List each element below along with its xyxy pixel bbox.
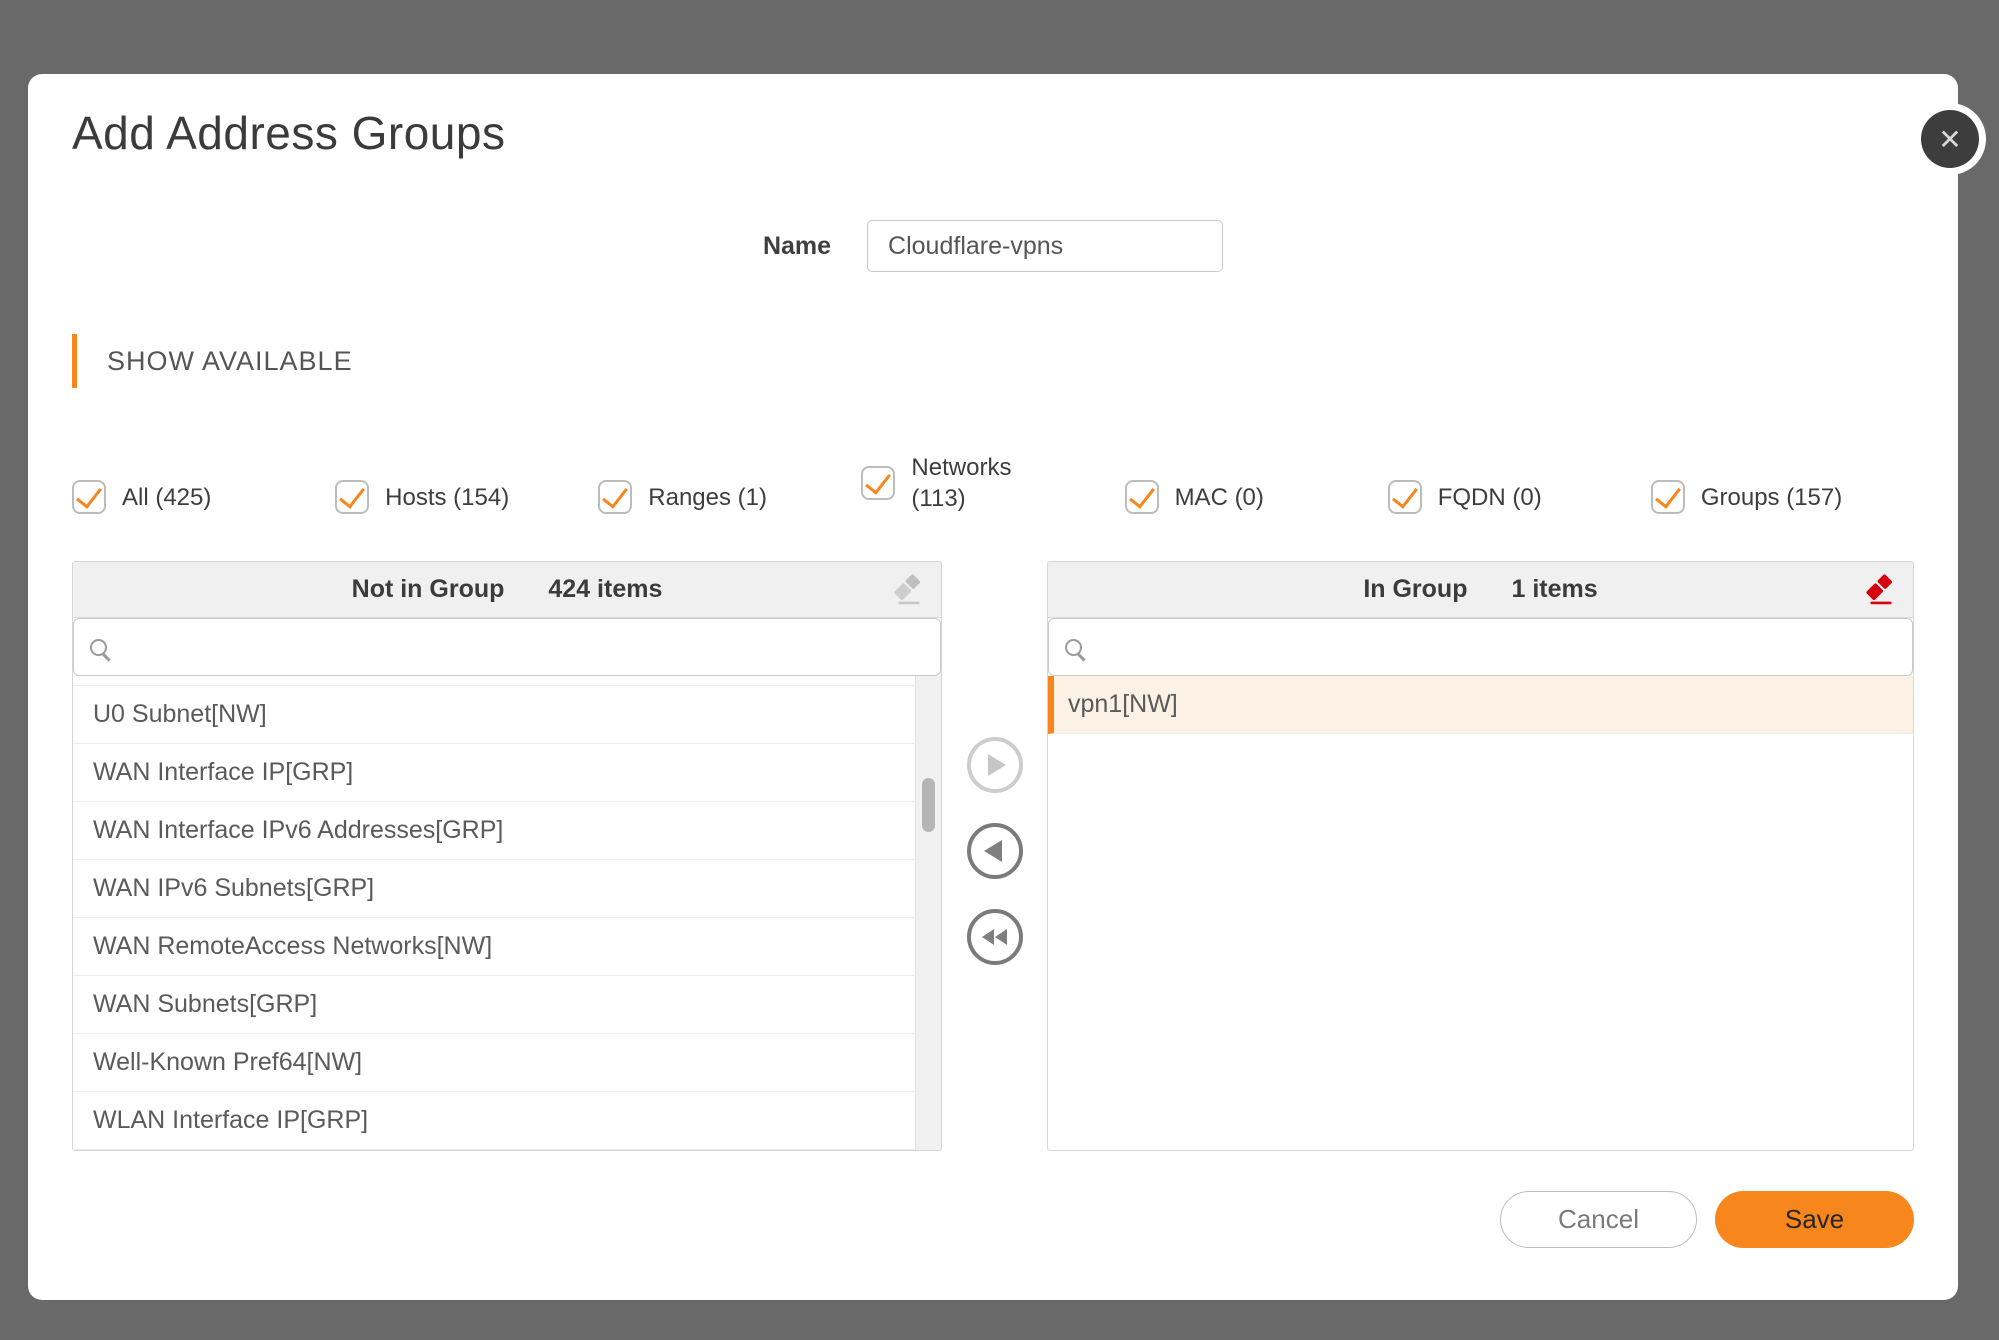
list-item-label: WAN IPv6 Subnets[GRP]: [93, 874, 374, 903]
filter-row: All (425) Hosts (154) Ranges (1) Network…: [72, 452, 1914, 514]
transfer-panels: Not in Group 424 items: [72, 561, 1914, 1151]
panel-title: Not in Group: [352, 575, 505, 604]
filter-label: All (425): [122, 482, 211, 513]
list-item-label: WAN Subnets[GRP]: [93, 990, 317, 1019]
filter-checkbox-item[interactable]: FQDN (0): [1388, 480, 1651, 514]
checkbox[interactable]: [1125, 480, 1159, 514]
list-item-label: vpn1[NW]: [1068, 690, 1178, 719]
filter-checkbox-item[interactable]: All (425): [72, 480, 335, 514]
list-item[interactable]: WAN Subnets[GRP]: [73, 976, 914, 1034]
filter-label: Ranges (1): [648, 482, 767, 513]
double-arrow-left-icon: [982, 929, 1007, 945]
name-input[interactable]: [867, 220, 1223, 272]
list-item[interactable]: WAN RemoteAccess Networks[NW]: [73, 918, 914, 976]
not-in-group-search: [73, 618, 941, 676]
list-item-label: U0 Subnet[NW]: [93, 700, 267, 729]
filter-checkbox-item[interactable]: Groups (157): [1651, 480, 1914, 514]
list-item-label: WLAN Interface IP[GRP]: [93, 1106, 368, 1135]
filter-label: MAC (0): [1175, 482, 1264, 513]
list-item[interactable]: vpn1[NW]: [1048, 676, 1913, 734]
in-group-list: vpn1[NW]: [1048, 676, 1913, 1150]
checkbox[interactable]: [598, 480, 632, 514]
add-address-groups-dialog: ✕ Add Address Groups Name SHOW AVAILABLE…: [28, 74, 1958, 1300]
list-item-label: WAN Interface IPv6 Addresses[GRP]: [93, 816, 503, 845]
dialog-footer: Cancel Save: [72, 1191, 1914, 1248]
eraser-icon: [891, 572, 927, 608]
search-icon: [1065, 639, 1082, 656]
search-input[interactable]: [119, 619, 924, 675]
panel-title: In Group: [1363, 575, 1467, 604]
list-item[interactable]: WAN IPv6 Subnets[GRP]: [73, 860, 914, 918]
panel-count: 424 items: [548, 575, 662, 604]
move-right-button[interactable]: [967, 737, 1023, 793]
cancel-button[interactable]: Cancel: [1500, 1191, 1697, 1248]
checkbox[interactable]: [861, 466, 895, 500]
save-button[interactable]: Save: [1715, 1191, 1914, 1248]
section-accent-bar: [72, 334, 77, 388]
filter-label: Hosts (154): [385, 482, 509, 513]
name-label: Name: [763, 232, 831, 261]
in-group-panel: In Group 1 items: [1047, 561, 1914, 1151]
list-scrollbar[interactable]: [915, 676, 941, 1150]
not-in-group-header: Not in Group 424 items: [73, 562, 941, 618]
filter-checkbox-item[interactable]: Hosts (154): [335, 480, 598, 514]
clear-all-button[interactable]: [1863, 572, 1899, 608]
list-item[interactable]: Well-Known Pref64[NW]: [73, 1034, 914, 1092]
move-left-button[interactable]: [967, 823, 1023, 879]
in-group-search: [1048, 618, 1913, 676]
close-button[interactable]: ✕: [1921, 110, 1979, 168]
checkbox[interactable]: [1388, 480, 1422, 514]
list-item-label: WAN RemoteAccess Networks[NW]: [93, 932, 492, 961]
list-item[interactable]: WAN Interface IPv6 Addresses[GRP]: [73, 802, 914, 860]
filter-label: FQDN (0): [1438, 482, 1542, 513]
show-available-section: SHOW AVAILABLE: [72, 334, 1914, 388]
list-item-label: WAN Interface IP[GRP]: [93, 758, 353, 787]
dialog-title: Add Address Groups: [72, 74, 1914, 160]
arrow-left-icon: [984, 840, 1002, 862]
search-input[interactable]: [1094, 619, 1896, 675]
in-group-header: In Group 1 items: [1048, 562, 1913, 618]
close-icon: ✕: [1938, 123, 1961, 156]
clear-search-button[interactable]: [891, 572, 927, 608]
filter-label: Groups (157): [1701, 482, 1842, 513]
screen-overlay: ✕ Add Address Groups Name SHOW AVAILABLE…: [0, 0, 1999, 1340]
move-all-left-button[interactable]: [967, 909, 1023, 965]
transfer-controls: [942, 561, 1047, 1151]
filter-checkbox-item[interactable]: Ranges (1): [598, 480, 861, 514]
scrollbar-thumb[interactable]: [922, 778, 935, 832]
checkbox[interactable]: [1651, 480, 1685, 514]
filter-checkbox-item[interactable]: MAC (0): [1125, 480, 1388, 514]
partial-row: [73, 676, 914, 686]
checkbox[interactable]: [335, 480, 369, 514]
checkbox[interactable]: [72, 480, 106, 514]
filter-label: Networks (113): [911, 452, 1025, 514]
list-item[interactable]: WLAN Interface IP[GRP]: [73, 1092, 914, 1150]
filter-checkbox-item[interactable]: Networks (113): [861, 452, 1124, 514]
not-in-group-list: U0 Subnet[NW] WAN Interface IP[GRP] WAN …: [73, 676, 941, 1150]
not-in-group-panel: Not in Group 424 items: [72, 561, 942, 1151]
search-icon: [90, 639, 107, 656]
arrow-right-icon: [988, 754, 1006, 776]
list-item-label: Well-Known Pref64[NW]: [93, 1048, 362, 1077]
section-title: SHOW AVAILABLE: [107, 346, 353, 377]
list-item[interactable]: U0 Subnet[NW]: [73, 686, 914, 744]
panel-count: 1 items: [1511, 575, 1597, 604]
eraser-icon: [1863, 572, 1899, 608]
name-field-row: Name: [72, 220, 1914, 272]
list-item[interactable]: WAN Interface IP[GRP]: [73, 744, 914, 802]
